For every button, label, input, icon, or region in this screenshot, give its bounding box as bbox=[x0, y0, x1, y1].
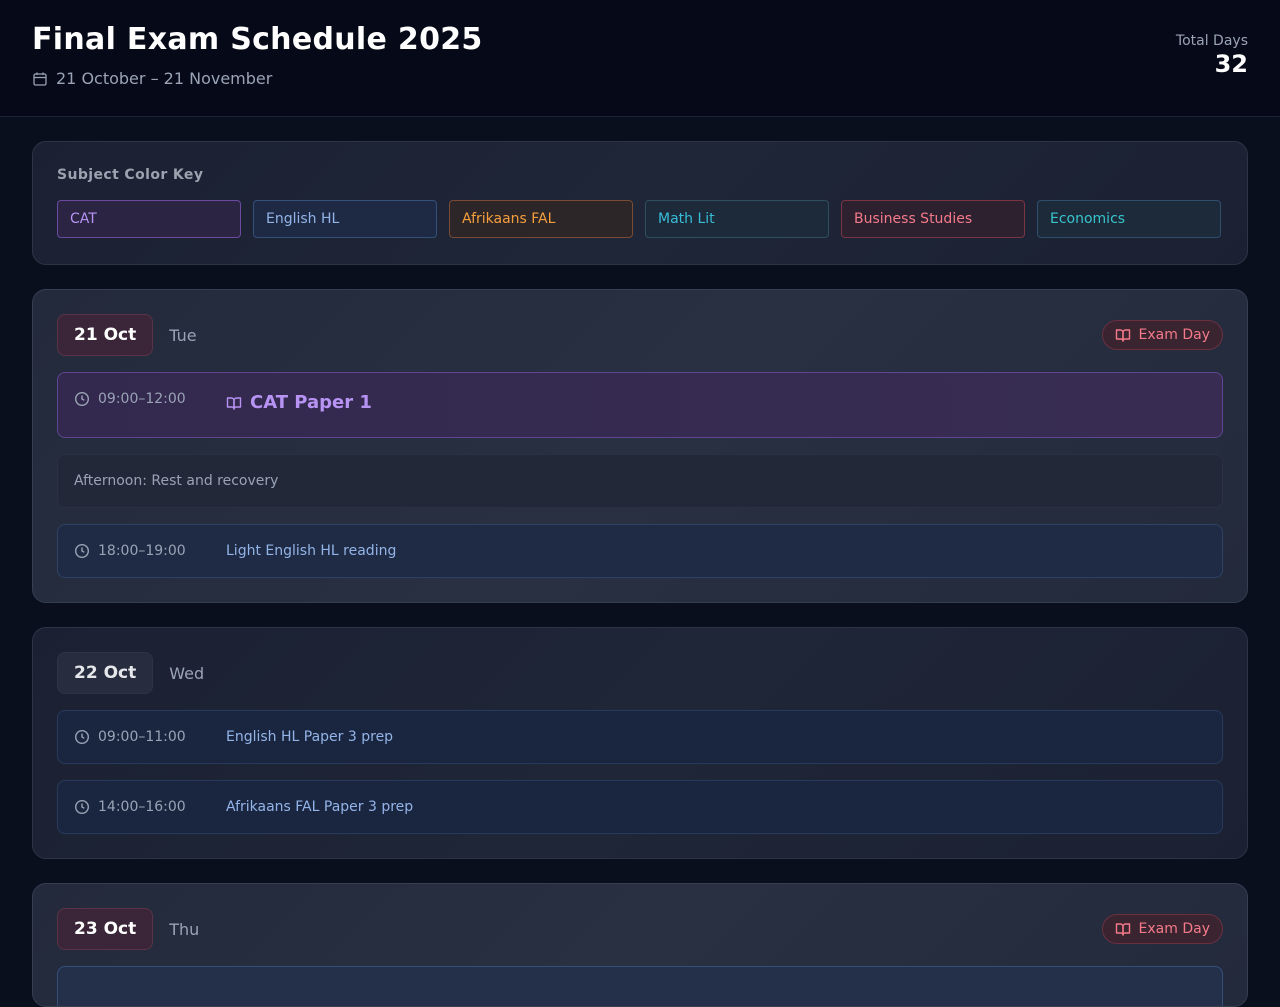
date-range: 21 October – 21 November bbox=[32, 69, 272, 88]
color-key-row: CAT English HL Afrikaans FAL Math Lit Bu… bbox=[57, 200, 1223, 238]
book-open-icon bbox=[1115, 329, 1130, 342]
study-title: English HL Paper 3 prep bbox=[226, 729, 394, 745]
day-header: 23 Oct Thu Exam Day bbox=[57, 908, 1223, 950]
color-key-title: Subject Color Key bbox=[57, 167, 204, 183]
subject-color-key: Subject Color Key CAT English HL Afrikaa… bbox=[32, 141, 1248, 265]
slot-time-text: 09:00–11:00 bbox=[98, 729, 186, 745]
page-title: Final Exam Schedule 2025 bbox=[32, 22, 483, 57]
subject-chip-english-hl[interactable]: English HL bbox=[253, 200, 437, 238]
exam-day-badge: Exam Day bbox=[1101, 320, 1223, 350]
slot-time-text: 09:00–12:00 bbox=[98, 391, 186, 407]
total-days-value: 32 bbox=[1214, 50, 1248, 78]
subject-chip-cat[interactable]: CAT bbox=[57, 200, 241, 238]
rest-slot: Afternoon: Rest and recovery bbox=[57, 454, 1223, 508]
study-title: Light English HL reading bbox=[226, 543, 397, 559]
day-header: 22 Oct Wed bbox=[57, 652, 1223, 694]
exam-title-text: CAT Paper 1 bbox=[250, 392, 372, 413]
study-slot[interactable]: 14:00–16:00 Afrikaans FAL Paper 3 prep bbox=[57, 780, 1223, 834]
date-pill: 21 Oct bbox=[57, 314, 154, 356]
page-header: Final Exam Schedule 2025 21 October – 21… bbox=[0, 0, 1280, 117]
schedule-main: Subject Color Key CAT English HL Afrikaa… bbox=[32, 141, 1248, 1007]
slot-time-text: 14:00–16:00 bbox=[98, 799, 186, 815]
book-open-icon bbox=[226, 396, 242, 410]
rest-text: Afternoon: Rest and recovery bbox=[74, 473, 279, 489]
subject-chip-business-studies[interactable]: Business Studies bbox=[841, 200, 1025, 238]
clock-icon bbox=[74, 391, 90, 407]
total-days-label: Total Days bbox=[1175, 33, 1248, 49]
clock-icon bbox=[74, 543, 90, 559]
study-slot[interactable]: 18:00–19:00 Light English HL reading bbox=[57, 524, 1223, 578]
day-header: 21 Oct Tue Exam Day bbox=[57, 314, 1223, 356]
day-card-23-oct[interactable]: 23 Oct Thu Exam Day bbox=[32, 883, 1248, 1007]
weekday-label: Thu bbox=[169, 919, 200, 939]
exam-slot-cat-paper-1[interactable]: 09:00–12:00 CAT Paper 1 bbox=[57, 372, 1223, 438]
book-open-icon bbox=[1115, 923, 1130, 936]
day-card-22-oct[interactable]: 22 Oct Wed 09:00–11:00 English HL Paper … bbox=[32, 627, 1248, 859]
date-range-text: 21 October – 21 November bbox=[56, 69, 273, 88]
total-days: Total Days 32 bbox=[1176, 33, 1248, 78]
calendar-icon bbox=[33, 72, 47, 86]
exam-day-badge-label: Exam Day bbox=[1138, 327, 1210, 343]
slot-time: 18:00–19:00 bbox=[74, 543, 186, 559]
date-pill: 23 Oct bbox=[57, 908, 154, 950]
exam-day-badge: Exam Day bbox=[1101, 914, 1223, 944]
weekday-label: Wed bbox=[169, 663, 205, 683]
exam-slot-partial[interactable] bbox=[57, 966, 1223, 1006]
exam-title: CAT Paper 1 bbox=[226, 392, 372, 413]
exam-day-badge-label: Exam Day bbox=[1138, 921, 1210, 937]
slot-time: 09:00–11:00 bbox=[74, 729, 186, 745]
subject-chip-math-lit[interactable]: Math Lit bbox=[645, 200, 829, 238]
slot-time-text: 18:00–19:00 bbox=[98, 543, 186, 559]
date-pill: 22 Oct bbox=[57, 652, 154, 694]
weekday-label: Tue bbox=[169, 325, 197, 345]
subject-chip-economics[interactable]: Economics bbox=[1037, 200, 1221, 238]
study-title: Afrikaans FAL Paper 3 prep bbox=[226, 799, 414, 815]
clock-icon bbox=[74, 729, 90, 745]
day-card-21-oct[interactable]: 21 Oct Tue Exam Day 09:00–12:00 CAT Pape… bbox=[32, 289, 1248, 603]
study-slot[interactable]: 09:00–11:00 English HL Paper 3 prep bbox=[57, 710, 1223, 764]
subject-chip-afrikaans-fal[interactable]: Afrikaans FAL bbox=[449, 200, 633, 238]
slot-time: 09:00–12:00 bbox=[74, 391, 186, 407]
slot-time: 14:00–16:00 bbox=[74, 799, 186, 815]
clock-icon bbox=[74, 799, 90, 815]
